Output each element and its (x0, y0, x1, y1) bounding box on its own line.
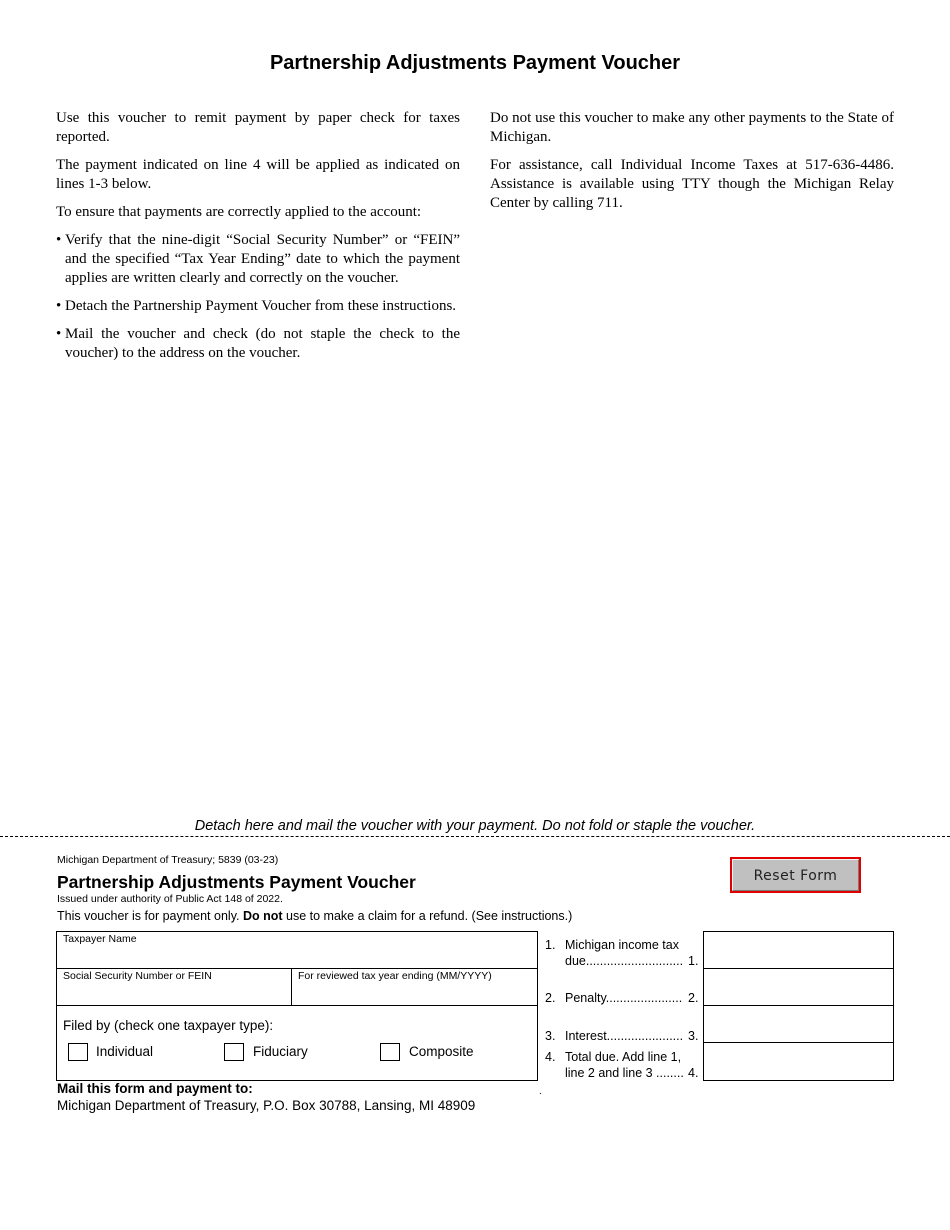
line-4-label: 4. Total due. Add line 1, line 2 and lin… (545, 1050, 705, 1081)
taxpayer-name-label: Taxpayer Name (63, 933, 137, 945)
detach-cut-line (0, 836, 950, 837)
line-number: 1. (545, 938, 556, 952)
composite-label: Composite (409, 1044, 474, 1059)
line-text: due............................ (565, 953, 684, 968)
line-1-amount-cell (704, 932, 893, 969)
instruction-paragraph: Use this voucher to remit payment by pap… (56, 110, 460, 145)
line-3-amount-cell (704, 1006, 893, 1043)
instruction-bullets: Verify that the nine-digit “Social Secur… (56, 231, 460, 363)
notice-prefix: This voucher is for payment only. (57, 909, 240, 923)
detach-notice: Detach here and mail the voucher with yo… (194, 818, 756, 834)
fiduciary-checkbox[interactable] (224, 1043, 244, 1061)
line-3-label: 3. Interest...................... 3. (545, 1013, 705, 1044)
instructions-right-column: Do not use this voucher to make any othe… (490, 109, 894, 222)
taxpayer-name-cell: Taxpayer Name (57, 932, 537, 969)
instruction-paragraph: To ensure that payments are correctly ap… (56, 204, 422, 220)
instruction-bullet: Detach the Partnership Payment Voucher f… (56, 297, 460, 316)
filed-by-label: Filed by (check one taxpayer type): (63, 1018, 274, 1033)
reset-form-label: Reset Form (732, 859, 859, 891)
individual-checkbox[interactable] (68, 1043, 88, 1061)
line-3-amount-input[interactable] (704, 1006, 893, 1042)
line-text: line 2 and line 3 ........ (565, 1065, 684, 1080)
mail-address: Michigan Department of Treasury, P.O. Bo… (57, 1098, 476, 1113)
line-number: 2. (545, 990, 556, 1005)
line-text: Interest...................... (565, 1028, 684, 1043)
line-1-amount-input[interactable] (704, 932, 893, 968)
voucher-title: Partnership Adjustments Payment Voucher (57, 872, 416, 892)
instruction-paragraph: For assistance, call Individual Income T… (490, 157, 894, 211)
mail-heading: Mail this form and payment to: (57, 1081, 253, 1096)
notice-bold: Do not (242, 909, 283, 923)
form-id: Michigan Department of Treasury; 5839 (0… (57, 854, 279, 866)
ssn-fein-input[interactable] (61, 982, 287, 1002)
line-2-amount-cell (704, 969, 893, 1006)
stray-mark: . (539, 1086, 542, 1097)
taxpayer-info-box: Taxpayer Name Social Security Number or … (56, 931, 538, 1081)
amounts-box (703, 931, 894, 1081)
page-title: Partnership Adjustments Payment Voucher (269, 52, 681, 74)
tax-year-ending-label: For reviewed tax year ending (MM/YYYY) (298, 970, 492, 982)
line-1-label: 1. Michigan income tax due..............… (545, 938, 705, 969)
line-text: Penalty...................... (565, 990, 683, 1005)
line-text: Total due. Add line 1, (565, 1050, 682, 1064)
refund-notice: This voucher is for payment only. Do not… (57, 909, 572, 923)
ssn-fein-cell: Social Security Number or FEIN (57, 969, 292, 1006)
authority-line: Issued under authority of Public Act 148… (57, 893, 283, 905)
line-4-amount-input[interactable] (704, 1043, 893, 1080)
taxpayer-name-input[interactable] (61, 945, 533, 965)
line-text: Michigan income tax (565, 938, 679, 952)
line-number: 4. (545, 1050, 556, 1064)
instruction-paragraph: Do not use this voucher to make any othe… (490, 110, 894, 145)
line-number: 3. (545, 1028, 556, 1043)
fiduciary-label: Fiduciary (253, 1044, 308, 1059)
individual-label: Individual (96, 1044, 154, 1059)
instruction-bullet: Verify that the nine-digit “Social Secur… (56, 231, 460, 288)
notice-suffix: use to make a claim for a refund. (See i… (286, 909, 573, 923)
reset-form-button[interactable]: Reset Form (730, 857, 861, 893)
instructions-left-column: Use this voucher to remit payment by pap… (56, 109, 460, 372)
line-4-amount-cell (704, 1043, 893, 1080)
tax-year-ending-cell: For reviewed tax year ending (MM/YYYY) (292, 969, 537, 1006)
line-2-amount-input[interactable] (704, 969, 893, 1005)
instruction-paragraph: The payment indicated on line 4 will be … (56, 157, 460, 192)
ssn-fein-label: Social Security Number or FEIN (63, 970, 212, 982)
instruction-bullet: Mail the voucher and check (do not stapl… (56, 325, 460, 363)
tax-year-ending-input[interactable] (296, 982, 533, 1002)
line-2-label: 2. Penalty...................... 2. (545, 975, 705, 1006)
composite-checkbox[interactable] (380, 1043, 400, 1061)
